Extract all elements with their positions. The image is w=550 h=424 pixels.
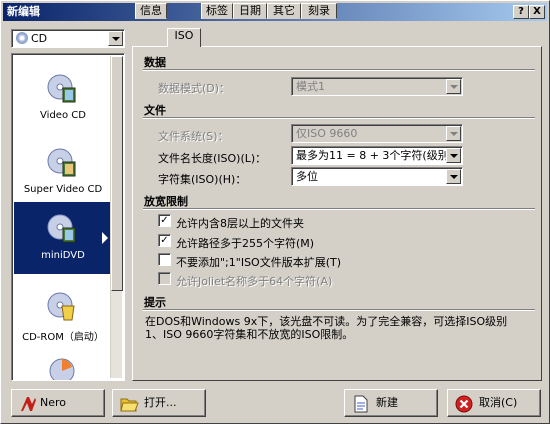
tab-info[interactable]: 信息 <box>135 3 167 19</box>
checkbox-joliet-long-names[interactable] <box>158 272 171 285</box>
open-button[interactable]: 打开... <box>112 389 206 417</box>
file-system-select[interactable]: 仅ISO 9660 <box>291 124 463 143</box>
section-hint: 提示 <box>144 296 166 309</box>
checkbox-no-version-ext-label: 不要添加";1"ISO文件版本扩展(T) <box>176 256 342 269</box>
charset-label: 字符集(ISO)(H)： <box>158 173 247 186</box>
dropdown-arrow-icon[interactable] <box>108 31 123 46</box>
charset-value: 多位 <box>296 170 318 183</box>
list-item-minidvd[interactable]: miniDVD <box>14 202 112 274</box>
data-mode-value: 模式1 <box>296 80 325 93</box>
list-item-video-cd[interactable]: Video CD <box>14 62 112 134</box>
sidebar-scrollbar[interactable] <box>110 56 123 378</box>
section-data: 数据 <box>144 56 166 69</box>
dropdown-arrow-icon[interactable] <box>446 169 461 184</box>
data-mode-label: 数据模式(D)： <box>158 82 231 95</box>
window-title: 新编辑 <box>7 5 40 18</box>
checkbox-nested-folders[interactable]: ✓ <box>158 214 171 227</box>
device-select-value: CD <box>31 32 48 45</box>
dropdown-arrow-icon[interactable] <box>446 126 461 141</box>
data-mode-select[interactable]: 模式1 <box>291 77 463 96</box>
tab-iso[interactable]: ISO <box>167 28 201 47</box>
compilation-type-list[interactable]: Video CD Super Video CD miniDVD CD-ROM（启… <box>11 53 125 381</box>
list-item-label: Video CD <box>40 110 86 121</box>
list-item-label: Super Video CD <box>23 184 103 195</box>
tab-date[interactable]: 日期 <box>233 3 267 19</box>
close-button[interactable]: X <box>529 5 545 19</box>
list-item-super-video-cd[interactable]: Super Video CD <box>14 136 112 208</box>
iso-settings-panel: 数据 数据模式(D)： 模式1 文件 文件系统(S)： 仅ISO 9660 文件… <box>132 46 542 381</box>
tab-other[interactable]: 其它 <box>267 3 301 19</box>
list-item-label: miniDVD <box>41 250 85 261</box>
super-video-cd-icon <box>47 148 76 177</box>
scrollbar-thumb[interactable] <box>111 56 123 291</box>
checkbox-joliet-long-names-label: 允许Joliet名称多于64个字符(A) <box>176 275 333 288</box>
charset-select[interactable]: 多位 <box>291 167 463 186</box>
section-relax-restrictions: 放宽限制 <box>144 195 188 208</box>
checkbox-long-path[interactable]: ✓ <box>158 234 171 247</box>
checkbox-no-version-ext[interactable] <box>158 253 171 266</box>
nero-express-button[interactable]: Nero Express(X) <box>11 389 105 424</box>
help-button[interactable]: ? <box>513 5 529 19</box>
dropdown-arrow-icon[interactable] <box>446 79 461 94</box>
chevron-right-icon <box>102 232 108 244</box>
new-button-label: 新建 <box>376 396 398 409</box>
video-cd-icon <box>47 74 76 103</box>
cd-rom-boot-icon <box>47 292 75 321</box>
hint-text: 在DOS和Windows 9x下，该光盘不可读。为了完全兼容，可选择ISO级别1… <box>145 315 508 341</box>
divider <box>143 309 535 311</box>
list-item-label: CD-ROM（启动） <box>22 332 104 343</box>
nero-express-label: Nero Express(X) <box>40 396 99 424</box>
nero-express-icon <box>21 397 36 411</box>
filename-length-select[interactable]: 最多为11 = 8 + 3个字符(级别1) <box>291 146 463 165</box>
dropdown-arrow-icon[interactable] <box>446 148 461 163</box>
checkbox-long-path-label: 允许路径多于255个字符(M) <box>176 237 315 250</box>
filename-length-value: 最多为11 = 8 + 3个字符(级别1) <box>296 149 460 162</box>
cancel-button[interactable]: 取消(C) <box>447 389 541 417</box>
section-file: 文件 <box>144 104 166 117</box>
cd-disc-icon <box>16 32 28 44</box>
cancel-icon <box>455 395 473 413</box>
filename-length-label: 文件名长度(ISO)(L)： <box>158 152 267 165</box>
open-button-label: 打开... <box>144 396 177 409</box>
tab-burn[interactable]: 刻录 <box>301 3 337 19</box>
divider <box>143 69 535 71</box>
file-system-label: 文件系统(S)： <box>158 130 229 143</box>
new-compilation-dialog: 新编辑 ? X CD Video CD Super Video CD miniD… <box>0 0 550 424</box>
new-button[interactable]: 新建 <box>344 389 438 417</box>
new-document-icon <box>354 395 368 413</box>
list-item-cd-rom-boot[interactable]: CD-ROM（启动） <box>14 280 112 352</box>
tab-label[interactable]: 标签 <box>201 3 233 19</box>
device-select[interactable]: CD <box>11 29 125 48</box>
cancel-button-label: 取消(C) <box>479 396 518 409</box>
file-system-value: 仅ISO 9660 <box>296 127 358 140</box>
divider <box>143 208 535 210</box>
checkbox-nested-folders-label: 允许内含8层以上的文件夹 <box>176 217 304 230</box>
minidvd-icon <box>47 214 76 243</box>
divider <box>143 117 535 119</box>
folder-open-icon <box>120 398 139 412</box>
partial-disc-icon <box>49 358 75 380</box>
